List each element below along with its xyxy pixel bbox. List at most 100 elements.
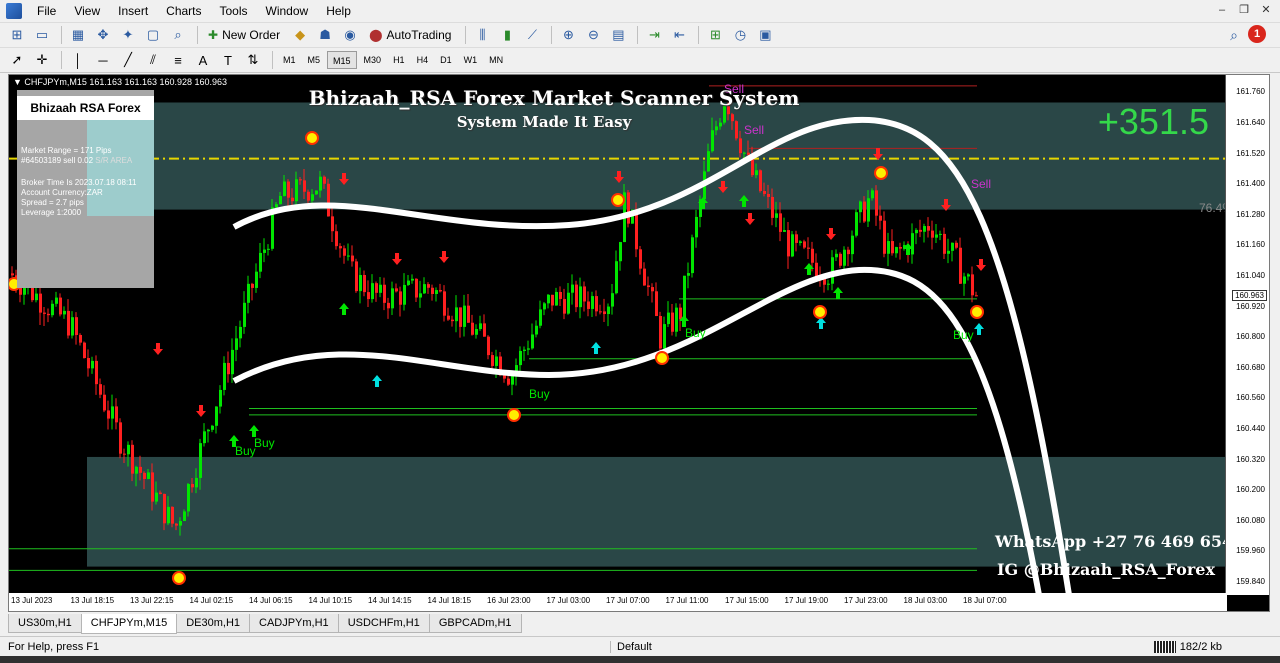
zoom-out-icon[interactable]: ⊖ xyxy=(582,25,604,45)
tile-windows-icon[interactable]: ▤ xyxy=(607,25,629,45)
candle-body xyxy=(855,212,858,236)
info-spread: Spread = 2.7 pips xyxy=(21,198,84,207)
tab-us30m-h1[interactable]: US30m,H1 xyxy=(8,614,82,633)
time-scale[interactable]: 13 Jul 2023 13 Jul 18:15 13 Jul 22:15 14 Ju… xyxy=(9,593,1227,611)
menu-file[interactable]: File xyxy=(28,0,65,22)
timeframe-h1[interactable]: H1 xyxy=(388,51,410,69)
candle-body xyxy=(831,257,834,284)
search-icon[interactable]: ⌕ xyxy=(1230,27,1238,44)
data-window-icon[interactable]: ✥ xyxy=(92,25,114,45)
autotrading-button[interactable]: ⬤ AutoTrading xyxy=(364,25,456,45)
timeframe-m30[interactable]: M30 xyxy=(359,51,387,69)
timeframe-d1[interactable]: D1 xyxy=(435,51,457,69)
notification-badge[interactable]: 1 xyxy=(1248,25,1266,43)
strategy-tester-icon[interactable]: ⌕ xyxy=(167,25,189,45)
time-tick: 17 Jul 03:00 xyxy=(546,596,591,605)
candle-body xyxy=(303,180,306,192)
text-icon[interactable]: A xyxy=(192,50,214,70)
metaeditor-icon[interactable]: ◆ xyxy=(289,25,311,45)
line-chart-icon[interactable]: ⟋ xyxy=(521,25,543,45)
candle-body xyxy=(115,406,118,423)
market-icon[interactable]: ◉ xyxy=(339,25,361,45)
arrows-icon[interactable]: ⇅ xyxy=(242,50,264,70)
price-tick: 160.800 xyxy=(1236,332,1265,342)
minimize-icon[interactable]: – xyxy=(1214,3,1230,17)
price-chart[interactable]: BuyBuyBuyBuyBuySellSellSell76.4% xyxy=(9,75,1227,595)
terminal-icon[interactable]: ▢ xyxy=(142,25,164,45)
candle-body xyxy=(539,309,542,326)
candle-body xyxy=(187,484,190,512)
chart-window[interactable]: BuyBuyBuyBuyBuySellSellSell76.4% ▼ CHFJP… xyxy=(8,74,1270,612)
price-tick: 160.920 xyxy=(1236,301,1265,311)
autoscroll-icon[interactable]: ⇥ xyxy=(643,25,665,45)
horizontal-line-icon[interactable]: ─ xyxy=(92,50,114,70)
time-tick: 18 Jul 03:00 xyxy=(903,596,948,605)
menu-help[interactable]: Help xyxy=(317,0,360,22)
bar-chart-icon[interactable]: ⫼ xyxy=(471,25,493,45)
new-order-button[interactable]: ✚ New Order xyxy=(203,25,285,45)
timeframe-m1[interactable]: M1 xyxy=(278,51,301,69)
info-broker-time: Broker Time Is 2023.07.18 08:11 xyxy=(21,178,137,187)
timeframe-m15[interactable]: M15 xyxy=(327,51,357,69)
tab-gbpcadm-h1[interactable]: GBPCADm,H1 xyxy=(428,614,522,633)
candle-body xyxy=(351,255,354,262)
candle-body xyxy=(639,249,642,269)
candle-body xyxy=(559,291,562,299)
time-tick: 17 Jul 11:00 xyxy=(665,596,709,605)
tab-de30m-h1[interactable]: DE30m,H1 xyxy=(176,614,250,633)
trendline-icon[interactable]: ╱ xyxy=(117,50,139,70)
chart-shift-icon[interactable]: ⇤ xyxy=(668,25,690,45)
crosshair-icon[interactable]: ✛ xyxy=(31,50,53,70)
tab-usdchfm-h1[interactable]: USDCHFm,H1 xyxy=(337,614,430,633)
candle-body xyxy=(479,323,482,330)
menu-charts[interactable]: Charts xyxy=(157,0,210,22)
timeframe-h4[interactable]: H4 xyxy=(412,51,434,69)
channel-icon[interactable]: ⫽ xyxy=(142,50,164,70)
candle-body xyxy=(827,283,830,285)
tab-cadjpym-h1[interactable]: CADJPYm,H1 xyxy=(249,614,339,633)
menu-view[interactable]: View xyxy=(65,0,109,22)
candle-body xyxy=(743,152,746,154)
candle-body xyxy=(191,484,194,488)
candle-body xyxy=(651,287,654,292)
candle-body xyxy=(207,429,210,432)
candle-body xyxy=(419,293,422,298)
fibonacci-icon[interactable]: ≡ xyxy=(167,50,189,70)
profiles-icon[interactable]: ▭ xyxy=(31,25,53,45)
candle-body xyxy=(839,253,842,266)
connection-status[interactable]: 182/2 kb xyxy=(1153,640,1222,653)
candle-body xyxy=(555,291,558,306)
zoom-in-icon[interactable]: ⊕ xyxy=(557,25,579,45)
timeframe-m5[interactable]: M5 xyxy=(303,51,326,69)
candle-body xyxy=(71,317,74,336)
label-icon[interactable]: T xyxy=(217,50,239,70)
indicators-icon[interactable]: ⊞ xyxy=(704,25,726,45)
cursor-icon[interactable]: ➚ xyxy=(6,50,28,70)
close-icon[interactable]: ✕ xyxy=(1258,3,1274,17)
timeframe-mn[interactable]: MN xyxy=(484,51,508,69)
vertical-line-icon[interactable]: │ xyxy=(67,50,89,70)
candle-body xyxy=(67,310,70,336)
templates-icon[interactable]: ▣ xyxy=(754,25,776,45)
market-watch-icon[interactable]: ▦ xyxy=(67,25,89,45)
new-chart-icon[interactable]: ⊞ xyxy=(6,25,28,45)
price-scale[interactable]: 160.963 161.760 161.640 161.520 161.400 161.… xyxy=(1225,75,1269,595)
tab-chfjpym-m15[interactable]: CHFJPYm,M15 xyxy=(80,614,178,634)
drawing-toolbar: ➚ ✛ │ ─ ╱ ⫽ ≡ A T ⇅ M1 M5 M15 M30 H1 H4 … xyxy=(0,47,1280,73)
signals-icon[interactable]: ☗ xyxy=(314,25,336,45)
candlestick-icon[interactable]: ▮ xyxy=(496,25,518,45)
timeframe-w1[interactable]: W1 xyxy=(459,51,483,69)
candle-body xyxy=(775,213,778,218)
restore-icon[interactable]: ❐ xyxy=(1236,3,1252,17)
menu-tools[interactable]: Tools xyxy=(211,0,257,22)
candle-body xyxy=(647,285,650,288)
navigator-icon[interactable]: ✦ xyxy=(117,25,139,45)
candle-body xyxy=(931,230,934,238)
candle-body xyxy=(387,302,390,309)
menu-insert[interactable]: Insert xyxy=(109,0,157,22)
price-tick: 159.960 xyxy=(1236,546,1265,556)
menu-window[interactable]: Window xyxy=(257,0,318,22)
price-tick: 161.760 xyxy=(1236,87,1265,97)
periods-icon[interactable]: ◷ xyxy=(729,25,751,45)
candle-body xyxy=(619,242,622,262)
